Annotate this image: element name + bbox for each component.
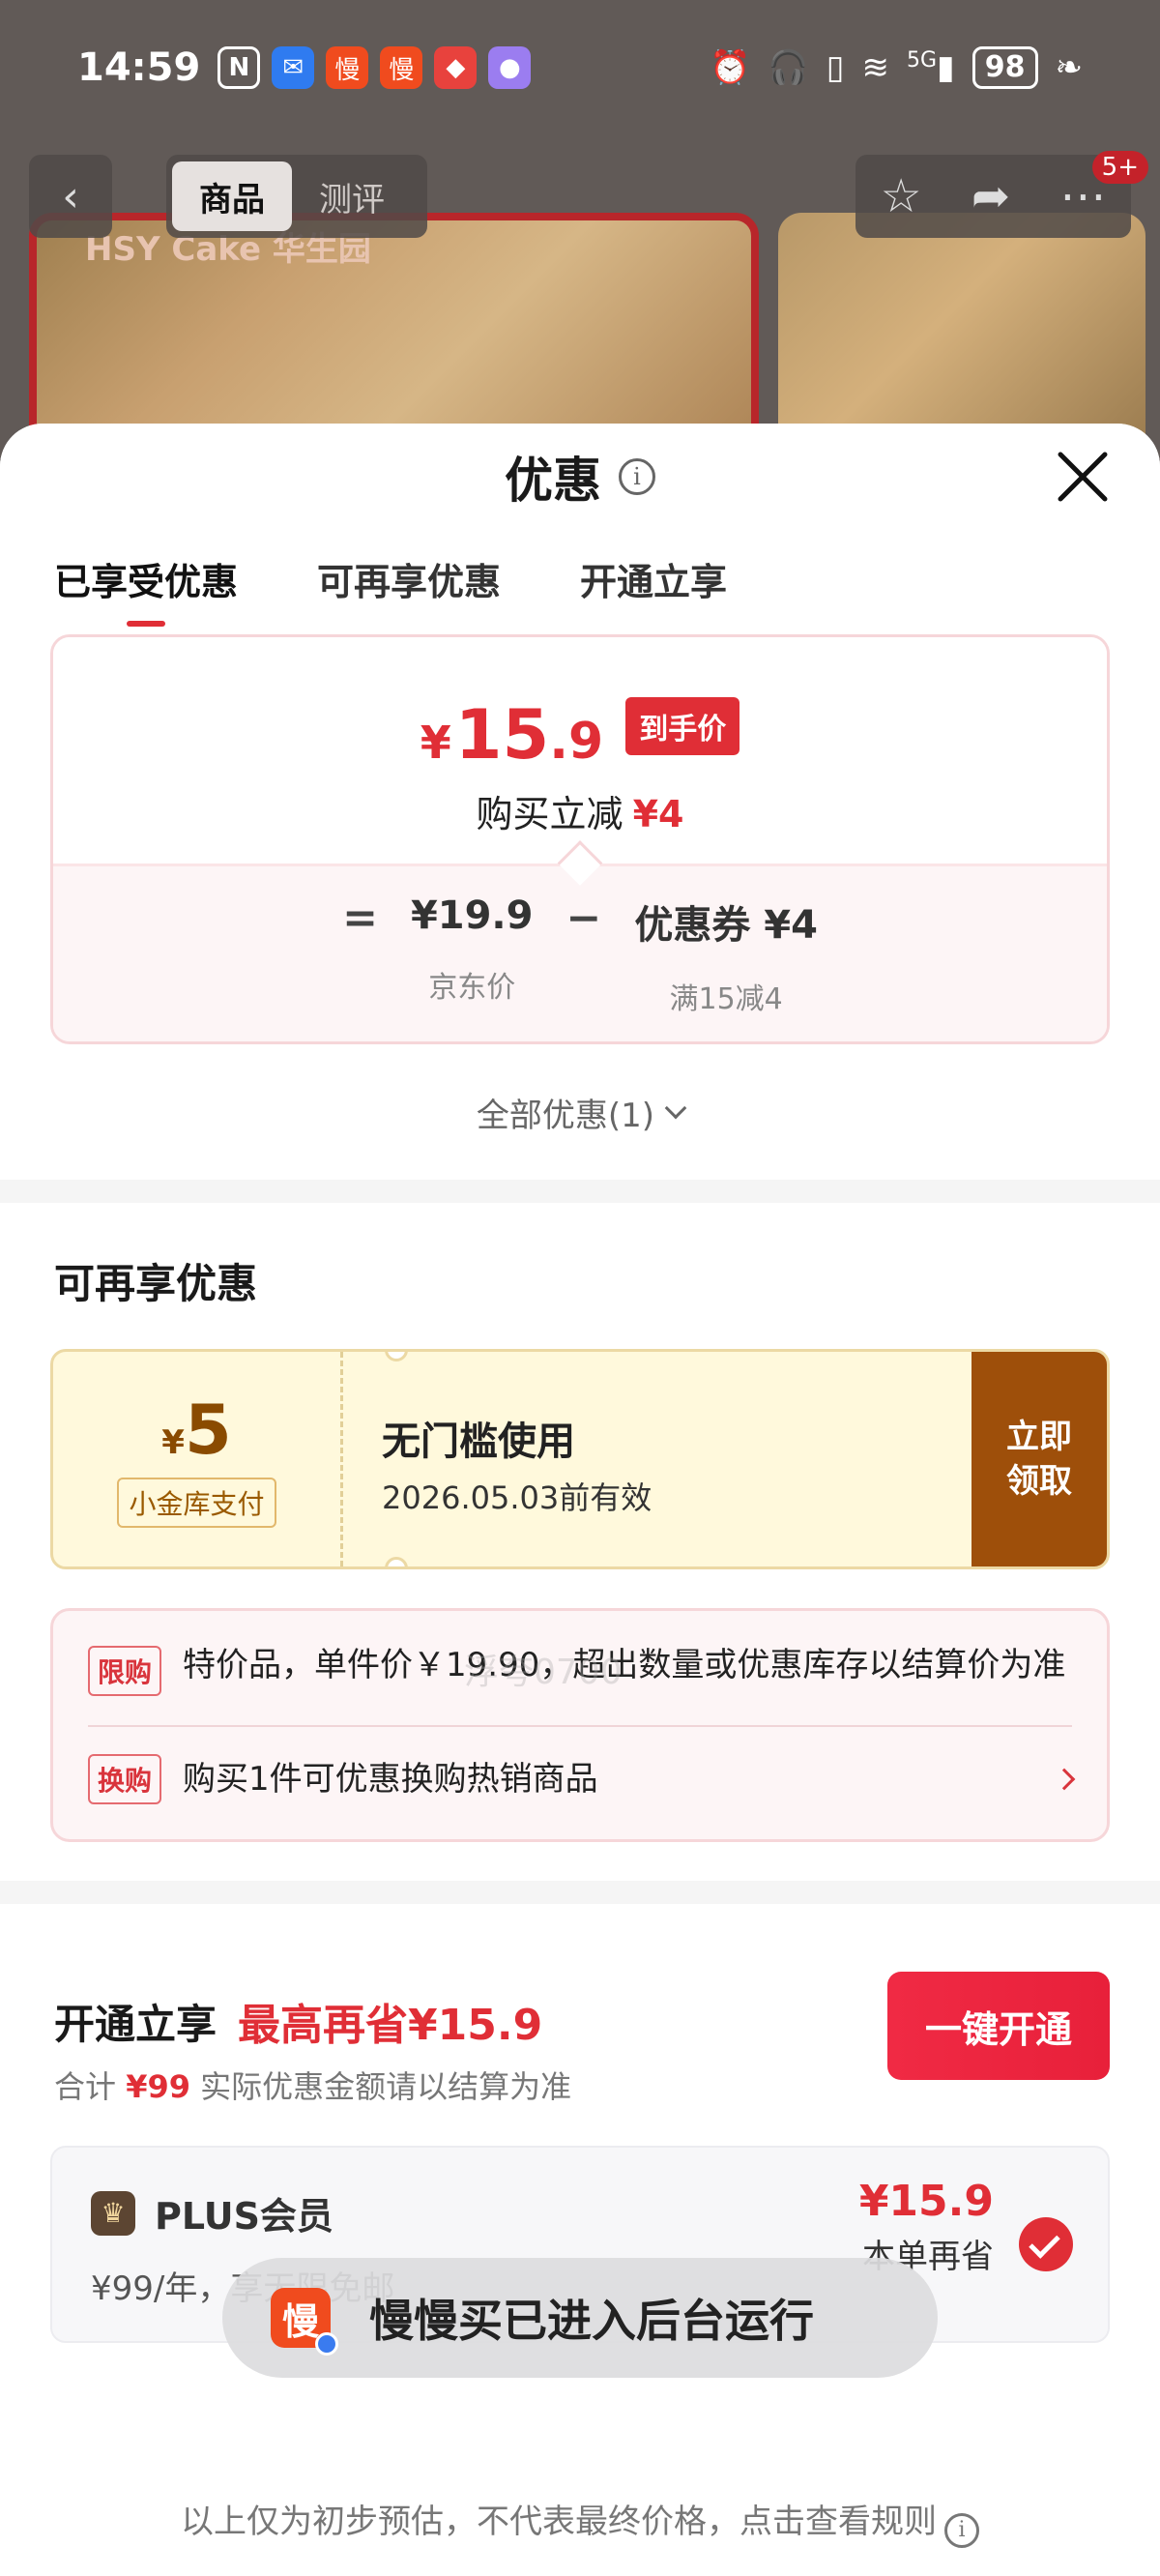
close-icon[interactable] [1054, 448, 1112, 506]
alarm-icon: ⏰ [710, 48, 751, 87]
leaf-icon: ❧ [1055, 48, 1084, 87]
crown-icon: ♛ [91, 2190, 135, 2236]
reduce-line: 购买立减 ¥4 [476, 793, 684, 835]
swap-text: 购买1件可优惠换购热销商品 [183, 1760, 598, 1799]
back-button[interactable]: ‹ [29, 155, 112, 238]
checkmark-icon[interactable] [1019, 2217, 1073, 2271]
plus-name: PLUS会员 [155, 2195, 334, 2238]
section-title-more: 可再享优惠 [54, 1260, 258, 1307]
max-save: 最高再省¥15.9 [238, 2001, 543, 2050]
tab-more[interactable]: 可再享优惠 [317, 552, 501, 605]
open-membership-panel: 开通立享 最高再省¥15.9 一键开通 合计 ¥99 实际优惠金额请以结算为准 … [0, 1904, 1160, 2576]
price-breakdown: = ¥19.9 京东价 − 优惠券 ¥4 满15减4 [53, 864, 1107, 1041]
segment-product[interactable]: 商品 [172, 161, 292, 231]
enjoyed-promotion-panel: 优惠 i 已享受优惠 可再享优惠 开通立享 ¥ 15 .9 到手价 购买立减 ¥4 [0, 424, 1160, 1180]
limit-text: 特价品，单件价￥19.90，超出数量或优惠库存以结算价为准 [183, 1646, 1066, 1684]
final-price: ¥ 15 .9 [420, 695, 604, 775]
manmanmai-app-icon-2: 慢 [380, 46, 423, 89]
coupon-pay-chip: 小金库支付 [117, 1478, 276, 1528]
promotion-tabs: 已享受优惠 可再享优惠 开通立享 [0, 530, 1160, 627]
jd-price: ¥19.9 [410, 893, 534, 938]
more-promotion-panel: 可再享优惠 ¥5 小金库支付 无门槛使用 2026.05.03前有效 立即领取 … [0, 1203, 1160, 1881]
battery-indicator: 98 [972, 46, 1038, 89]
final-price-summary: ¥ 15 .9 到手价 购买立减 ¥4 [53, 637, 1107, 864]
coupon-valid: 2026.05.03前有效 [382, 1479, 652, 1516]
divider [88, 1725, 1072, 1727]
chevron-down-icon [664, 1097, 687, 1120]
manmanmai-app-icon: 慢 [271, 2288, 338, 2356]
swap-tag: 换购 [88, 1754, 162, 1804]
coupon-value: 优惠券 ¥4 [634, 903, 818, 948]
star-icon[interactable]: ☆ [881, 169, 922, 223]
info-icon: i [944, 2512, 979, 2548]
shopping-app-icon: ◆ [434, 46, 478, 89]
coupon-amount: ¥5 [161, 1390, 232, 1470]
jd-price-col: ¥19.9 京东价 [411, 893, 534, 1006]
coupon-amount-area: ¥5 小金库支付 [53, 1352, 343, 1566]
toast-text: 慢慢买已进入后台运行 [369, 2295, 814, 2347]
coupon-card: ¥5 小金库支付 无门槛使用 2026.05.03前有效 立即领取 [50, 1349, 1110, 1569]
jd-price-label: 京东价 [428, 971, 516, 1005]
equals-sign: = [342, 893, 378, 943]
segment-review[interactable]: 测评 [292, 173, 412, 220]
status-bar: 14:59 N ✉ 慢 慢 ◆ ● ⏰ 🎧 ▯ ≋ 5G▮ 98 ❧ [0, 0, 1160, 135]
coupon-condition: 满15减4 [669, 982, 783, 1016]
final-price-tag: 到手价 [625, 697, 740, 755]
coupon-info: 无门槛使用 2026.05.03前有效 [343, 1352, 972, 1566]
vibrate-icon: ▯ [826, 48, 845, 87]
open-header: 开通立享 最高再省¥15.9 一键开通 [0, 1904, 1160, 2080]
tab-enjoyed[interactable]: 已享受优惠 [54, 552, 238, 605]
final-price-card: ¥ 15 .9 到手价 购买立减 ¥4 = ¥19.9 京东价 − 优惠券 ¥4… [50, 634, 1110, 1044]
more-badge: 5+ [1091, 151, 1148, 184]
one-click-open-button[interactable]: 一键开通 [887, 1972, 1110, 2080]
swap-row[interactable]: 换购 购买1件可优惠换购热销商品 [88, 1754, 1076, 1839]
background-run-toast: 慢 慢慢买已进入后台运行 [222, 2258, 938, 2378]
share-icon[interactable]: ➦ [972, 169, 1010, 223]
nfc-icon: N [218, 46, 261, 89]
wifi-icon: ≋ [861, 48, 889, 87]
plus-name-row: ♛ PLUS会员 [91, 2186, 334, 2239]
disclaimer[interactable]: 以上仅为初步预估，不代表最终价格，点击查看规则 i [0, 2495, 1160, 2548]
claim-coupon-button[interactable]: 立即领取 [972, 1352, 1107, 1566]
chevron-right-icon [1053, 1768, 1076, 1791]
assistant-app-icon: ● [488, 46, 532, 89]
page-segment-control: 商品 测评 [166, 155, 427, 238]
status-system-icons: ⏰ 🎧 ▯ ≋ 5G▮ 98 ❧ [710, 46, 1083, 89]
coupon-desc: 无门槛使用 [382, 1420, 575, 1464]
promotion-sheet: 优惠 i 已享受优惠 可再享优惠 开通立享 ¥ 15 .9 到手价 购买立减 ¥4 [0, 424, 1160, 2576]
sheet-title: 优惠 [505, 453, 601, 509]
manmanmai-app-icon: 慢 [326, 46, 369, 89]
open-title: 开通立享 [54, 2000, 218, 2048]
minus-sign: − [566, 893, 602, 943]
coupon-col: 优惠券 ¥4 满15减4 [634, 893, 818, 1017]
status-notification-icons: N ✉ 慢 慢 ◆ ● [218, 46, 532, 89]
chevron-left-icon: ‹ [62, 171, 79, 221]
watermark: 浮夸0700 [464, 1653, 623, 1692]
tab-open[interactable]: 开通立享 [580, 552, 727, 605]
status-time: 14:59 [77, 45, 201, 90]
limit-tag: 限购 [88, 1646, 162, 1696]
badge-dot-icon [315, 2332, 338, 2356]
message-app-icon: ✉ [272, 46, 315, 89]
info-icon[interactable]: i [619, 458, 655, 495]
sheet-header: 优惠 i [0, 424, 1160, 530]
signal-icon: 5G▮ [906, 48, 955, 87]
all-promotions-toggle[interactable]: 全部优惠(1) [0, 1044, 1160, 1180]
headphones-icon: 🎧 [768, 48, 809, 87]
top-action-bar: ☆ ➦ ⋯ [856, 155, 1131, 238]
